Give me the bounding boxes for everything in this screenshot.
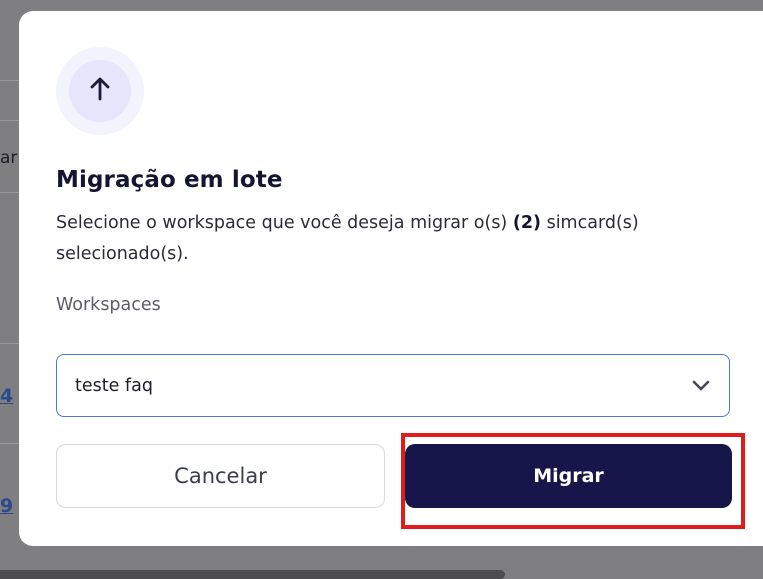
cancel-button[interactable]: Cancelar (56, 444, 385, 508)
divider (0, 192, 20, 193)
background-row-link[interactable]: 9 (0, 495, 13, 517)
modal-icon-circle (69, 60, 131, 122)
background-row-link[interactable]: 4 (0, 385, 13, 407)
chevron-down-icon[interactable] (691, 376, 711, 396)
divider (0, 80, 20, 81)
description-text-start: Selecione o workspace que você deseja mi… (56, 213, 513, 233)
modal-icon-container (56, 47, 144, 135)
modal-description: Selecione o workspace que você deseja mi… (56, 208, 716, 270)
workspaces-label: Workspaces (56, 295, 161, 315)
divider (0, 343, 20, 344)
divider (0, 443, 20, 444)
workspace-select[interactable]: teste faq (56, 354, 730, 417)
arrow-up-icon (85, 74, 115, 108)
batch-migration-modal: Migração em lote Selecione o workspace q… (19, 11, 763, 546)
modal-title: Migração em lote (56, 167, 283, 193)
divider (0, 120, 20, 121)
background-table-header-fragment: ar (0, 148, 18, 168)
workspace-select-value: teste faq (75, 375, 153, 396)
migrate-button[interactable]: Migrar (405, 444, 732, 508)
selected-count: (2) (512, 213, 542, 233)
horizontal-scrollbar[interactable] (0, 570, 505, 579)
